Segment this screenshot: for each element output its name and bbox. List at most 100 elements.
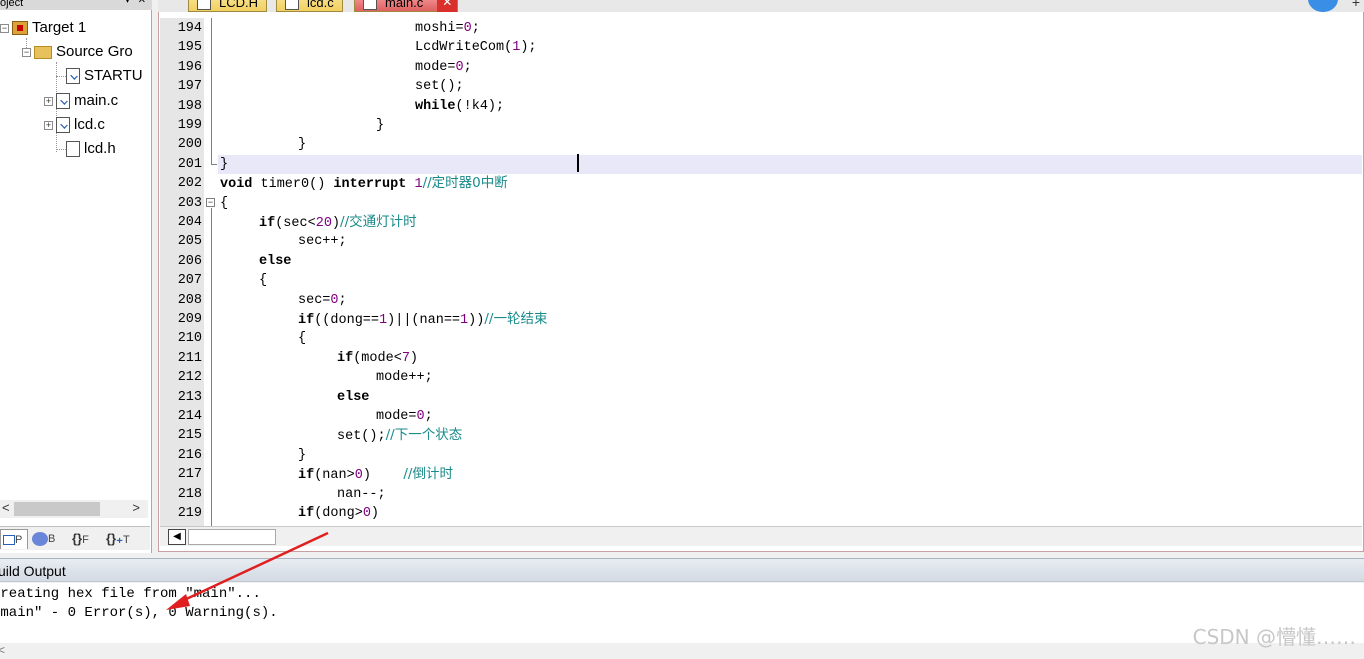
- code-line: if(nan>0) //倒计时: [298, 466, 453, 484]
- project-panel: oject ▾ ✕ − Target 1 − Source Gro STARTU +…: [0, 0, 152, 553]
- line-number: 200: [177, 137, 202, 153]
- file-icon: [66, 68, 80, 85]
- collapse-icon[interactable]: −: [22, 47, 31, 57]
- tree-item-target[interactable]: − Target 1: [0, 17, 86, 39]
- fold-line: [211, 18, 212, 164]
- tab-lcd-c[interactable]: lcd.c: [276, 0, 343, 12]
- code-area[interactable]: [218, 18, 1362, 526]
- code-line: if(dong>0): [298, 506, 380, 521]
- scroll-left-icon[interactable]: ◀: [168, 529, 186, 545]
- tab-label: LCD.H: [219, 0, 259, 10]
- line-number: 206: [177, 253, 202, 269]
- fold-collapse-icon[interactable]: −: [206, 198, 215, 207]
- code-line: {: [259, 273, 268, 289]
- build-output-header: uild Output: [0, 558, 1364, 582]
- expand-icon[interactable]: +: [44, 96, 53, 106]
- tree-item-lcd-c[interactable]: + lcd.c: [44, 114, 105, 136]
- close-icon[interactable]: ✕: [138, 0, 146, 6]
- line-number: 201: [177, 156, 202, 172]
- code-line: sec++;: [298, 234, 347, 250]
- tree-item-label: STARTU: [84, 67, 143, 84]
- code-line: nan--;: [337, 486, 386, 502]
- pin-icon[interactable]: ▾: [125, 0, 130, 6]
- code-line: LcdWriteCom(1);: [415, 40, 537, 56]
- line-number: 216: [177, 447, 202, 463]
- tree-item-source-group[interactable]: − Source Gro: [22, 41, 133, 63]
- tab-books[interactable]: B: [30, 529, 66, 549]
- scroll-thumb[interactable]: [188, 529, 276, 545]
- tree-item-label: lcd.h: [84, 140, 116, 157]
- line-number: 214: [177, 409, 202, 424]
- tab-label: lcd.c: [307, 0, 334, 10]
- file-icon: [363, 0, 377, 10]
- tab-functions[interactable]: {}F: [70, 529, 102, 549]
- line-number: 194: [177, 21, 202, 36]
- fold-end: [211, 164, 217, 165]
- help-icon[interactable]: [1308, 0, 1338, 12]
- line-number: 212: [177, 370, 202, 386]
- tab-project[interactable]: P: [0, 529, 28, 549]
- tree-item-label: Source Gro: [56, 43, 133, 60]
- file-icon: [56, 93, 70, 110]
- code-line: if(mode<7): [337, 350, 419, 366]
- line-number: 211: [177, 350, 202, 366]
- line-number: 197: [177, 79, 202, 95]
- tree-item-lcd-h[interactable]: lcd.h: [66, 138, 116, 160]
- line-number: 213: [177, 389, 202, 405]
- line-number: 218: [177, 486, 202, 502]
- tab-label: T: [123, 534, 130, 546]
- tab-label: F: [82, 534, 89, 546]
- expand-icon[interactable]: +: [44, 120, 53, 130]
- line-number: 219: [177, 506, 202, 521]
- project-panel-tabs: P B {}F {}₊T: [0, 526, 150, 550]
- scroll-right-icon[interactable]: >: [132, 500, 140, 515]
- output-line: "main" - 0 Error(s), 0 Warning(s).: [0, 605, 278, 621]
- project-hscrollbar[interactable]: < >: [0, 500, 148, 518]
- tree-item-startup[interactable]: STARTU: [66, 65, 143, 87]
- line-number: 215: [177, 428, 202, 444]
- tree-item-label: lcd.c: [74, 116, 105, 133]
- code-line: {: [220, 195, 229, 211]
- line-number: 208: [177, 292, 202, 308]
- code-line: mode=0;: [376, 409, 433, 424]
- tab-label: main.c: [385, 0, 424, 10]
- line-number: 203: [177, 195, 202, 211]
- project-panel-title-text: oject: [0, 0, 24, 9]
- code-line: }: [220, 156, 229, 172]
- line-number: 205: [177, 234, 202, 250]
- build-output-title: uild Output: [0, 563, 66, 579]
- templates-icon: {}₊: [106, 531, 123, 546]
- tab-templates[interactable]: {}₊T: [104, 529, 140, 549]
- scroll-thumb[interactable]: [14, 502, 100, 516]
- line-number: 210: [177, 331, 202, 347]
- build-output-panel[interactable]: creating hex file from "main"... "main" …: [0, 583, 1364, 643]
- tree-item-label: main.c: [74, 92, 119, 109]
- scroll-left-icon[interactable]: <: [0, 643, 5, 657]
- line-number: 202: [177, 176, 202, 192]
- tree-item-main-c[interactable]: + main.c: [44, 90, 118, 112]
- code-line: while(!k4);: [415, 98, 505, 114]
- tab-main-c[interactable]: main.c ✕: [354, 0, 459, 12]
- project-icon: [3, 535, 15, 546]
- editor-hscrollbar[interactable]: ◀: [160, 526, 1362, 546]
- folder-icon: [34, 45, 52, 59]
- close-tab-icon[interactable]: ✕: [437, 0, 458, 12]
- code-line: if(sec<20)//交通灯计时: [259, 214, 417, 231]
- books-icon: [32, 532, 48, 547]
- tab-label: B: [48, 533, 56, 545]
- scroll-left-icon[interactable]: <: [2, 500, 10, 515]
- code-line: else: [337, 389, 370, 405]
- file-icon: [66, 141, 80, 158]
- file-icon: [197, 0, 211, 10]
- collapse-icon[interactable]: −: [0, 23, 9, 33]
- code-line: else: [259, 253, 292, 269]
- line-number: 217: [177, 467, 202, 483]
- add-icon[interactable]: +: [1352, 0, 1360, 10]
- code-line: mode=0;: [415, 59, 472, 75]
- code-line: void timer0() interrupt 1//定时器0中断: [220, 175, 508, 193]
- tab-lcd-h[interactable]: LCD.H: [188, 0, 268, 12]
- build-output-hscrollbar[interactable]: <: [0, 643, 1364, 659]
- target-icon: [12, 21, 28, 36]
- code-line: if((dong==1)||(nan==1))//一轮结束: [298, 311, 548, 328]
- line-number: 198: [177, 98, 202, 114]
